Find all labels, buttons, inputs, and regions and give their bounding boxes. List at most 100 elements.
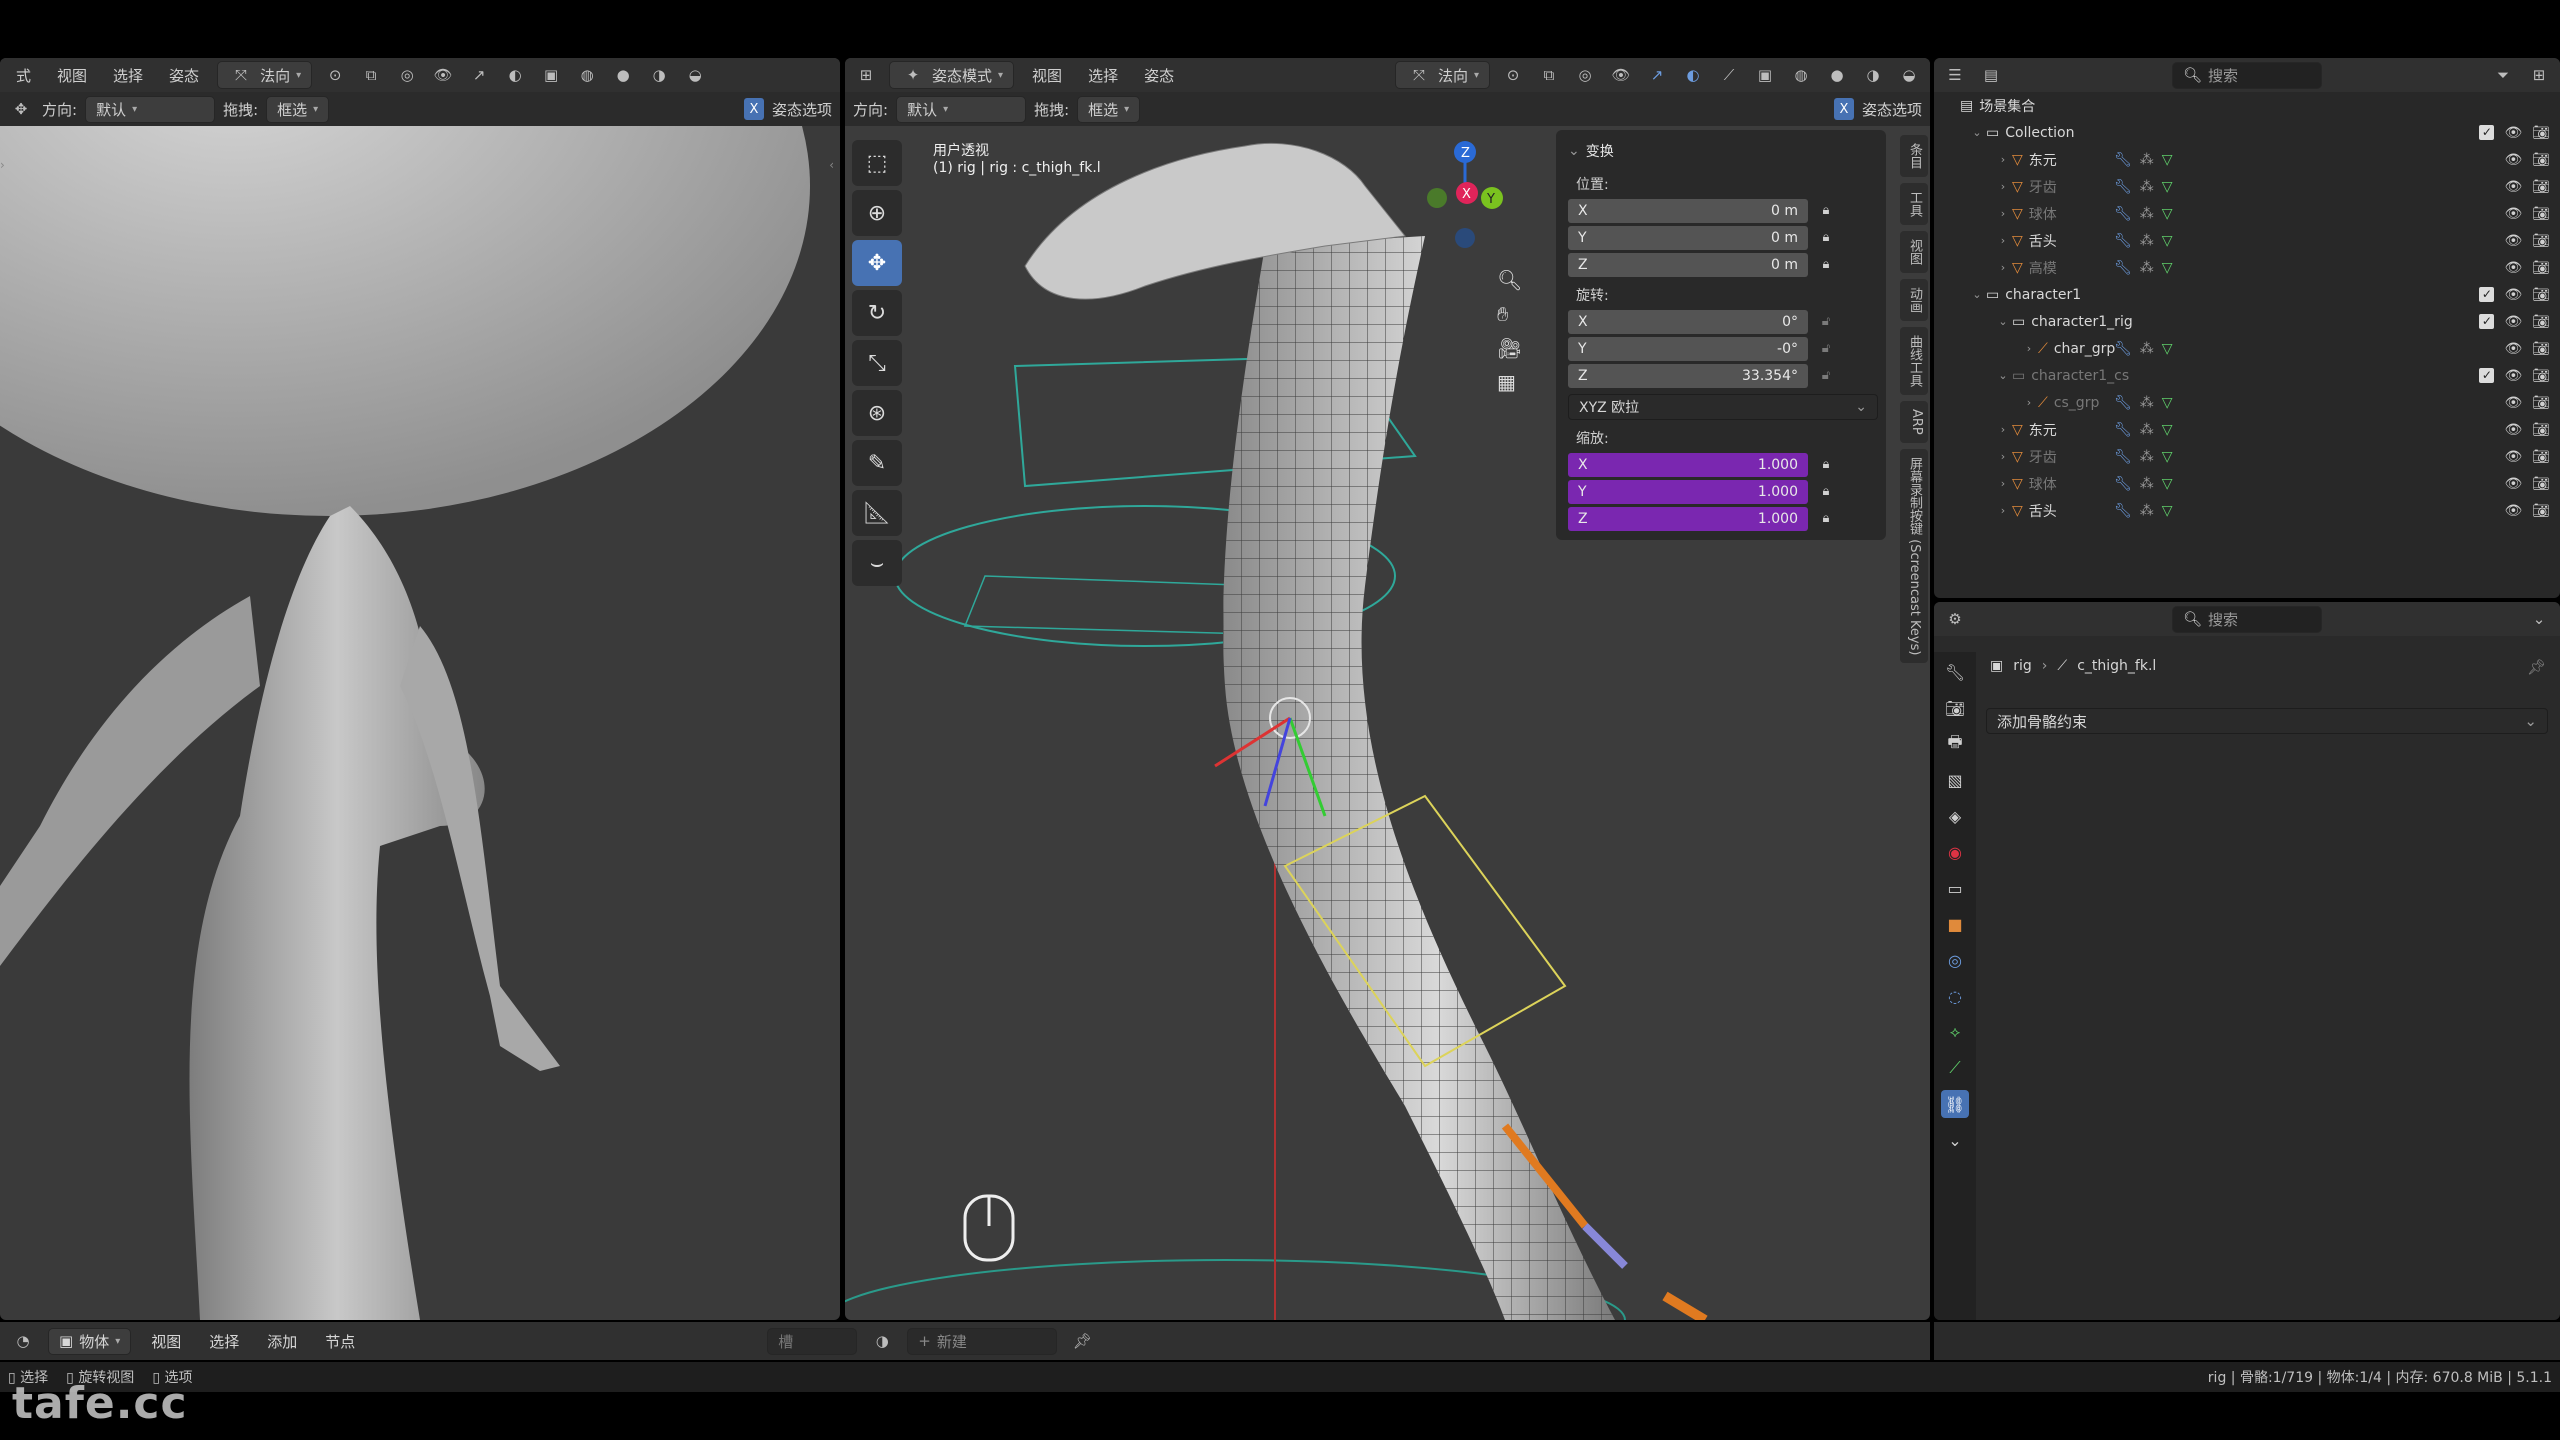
outliner-row[interactable]: › ⟋ cs_grp 🔧︎ ⁂ ▽ 👁︎ 📷︎ xyxy=(1934,389,2560,416)
bone-overlay-icon[interactable]: ⟋ xyxy=(1716,64,1742,86)
output-tab-icon[interactable]: 🖶 xyxy=(1941,730,1969,758)
editor-type-icon[interactable]: ◔ xyxy=(10,1330,36,1352)
outliner-row[interactable]: › ▽ 牙齿 🔧︎ ⁂ ▽ 👁︎ 📷︎ xyxy=(1934,443,2560,470)
right-direction-dropdown[interactable]: 默认 ▾ xyxy=(896,95,1027,123)
camera-render-icon[interactable]: 📷︎ xyxy=(2532,395,2550,411)
right-panel-expander-icon[interactable]: ‹ xyxy=(829,158,834,172)
overlay-icon[interactable]: ◐ xyxy=(1680,64,1706,86)
shading-material-icon[interactable]: ◑ xyxy=(1860,64,1886,86)
left-direction-dropdown[interactable]: 默认 ▾ xyxy=(85,95,216,123)
new-collection-icon[interactable]: ⊞ xyxy=(2526,64,2552,86)
outliner-search-input[interactable]: 🔍︎ 搜索 xyxy=(2172,61,2322,89)
collection-tab-icon[interactable]: ▭ xyxy=(1941,874,1969,902)
chevron-right-icon[interactable]: › xyxy=(1994,153,2012,166)
right-menu-select[interactable]: 选择 xyxy=(1080,63,1126,88)
expand-icon[interactable]: ⌄ xyxy=(1941,1126,1969,1154)
nav-neg-y[interactable] xyxy=(1427,188,1447,208)
outliner-row[interactable]: ⌄ ▭ character1 ✓ 👁︎ 📷︎ xyxy=(1934,281,2560,308)
left-menu-view[interactable]: 视图 xyxy=(49,63,95,88)
outliner-row[interactable]: ⌄ ▭ character1_cs ✓ 👁︎ 📷︎ xyxy=(1934,362,2560,389)
right-orientation-dropdown[interactable]: ⤧ 法向 ▾ xyxy=(1394,61,1490,89)
visibility-icon[interactable]: 👁 xyxy=(1608,64,1634,86)
pivot-icon[interactable]: ⊙ xyxy=(1500,64,1526,86)
right-drag-dropdown[interactable]: 框选 ▾ xyxy=(1077,95,1141,123)
chevron-right-icon[interactable]: › xyxy=(1994,180,2012,193)
new-material-button[interactable]: + 新建 xyxy=(907,1327,1058,1355)
navigation-gizmo[interactable]: Z X Y xyxy=(1405,138,1545,338)
transform-panel-header[interactable]: ⌄ 变换 xyxy=(1568,136,1874,166)
eye-icon[interactable]: 👁︎ xyxy=(2504,287,2522,303)
right-pose-options[interactable]: 姿态选项 xyxy=(1862,99,1922,120)
collection-checkbox[interactable]: ✓ xyxy=(2479,367,2495,383)
lock-icon[interactable]: 🔒︎ xyxy=(1816,203,1836,218)
properties-editor-icon[interactable]: ⚙ xyxy=(1942,608,1968,630)
eye-icon[interactable]: 👁︎ xyxy=(2504,422,2522,438)
shading-material-icon[interactable]: ◑ xyxy=(646,64,672,86)
node-menu-select[interactable]: 选择 xyxy=(201,1329,247,1354)
bone-constraint-tab-icon[interactable]: ⛓︎ xyxy=(1941,1090,1969,1118)
chevron-right-icon[interactable]: › xyxy=(1994,450,2012,463)
rotation-z-field[interactable]: Z 33.354° xyxy=(1568,363,1808,388)
pivot-icon[interactable]: ⊙ xyxy=(322,64,348,86)
bone-tab-icon[interactable]: ⟋ xyxy=(1941,1054,1969,1082)
pin-icon[interactable]: 📌︎ xyxy=(1069,1330,1095,1352)
eye-icon[interactable]: 👁︎ xyxy=(2504,314,2522,330)
outliner-row[interactable]: ▤ 场景集合 xyxy=(1934,92,2560,119)
camera-render-icon[interactable]: 📷︎ xyxy=(2532,179,2550,195)
shading-wire-icon[interactable]: ◍ xyxy=(1788,64,1814,86)
slot-dropdown[interactable]: 槽 xyxy=(767,1327,858,1355)
annotate-tool-icon[interactable]: ✎ xyxy=(852,440,902,486)
left-orientation-dropdown[interactable]: ⤧ 法向 ▾ xyxy=(217,61,313,89)
outliner-row[interactable]: › ▽ 球体 🔧︎ ⁂ ▽ 👁︎ 📷︎ xyxy=(1934,200,2560,227)
shading-render-icon[interactable]: ◒ xyxy=(1896,64,1922,86)
left-menu-pose[interactable]: 姿态 xyxy=(161,63,207,88)
lock-icon[interactable]: 🔒︎ xyxy=(1816,230,1836,245)
snap-icon[interactable]: ⧉ xyxy=(358,64,384,86)
chevron-right-icon[interactable]: › xyxy=(1994,423,2012,436)
outliner-row[interactable]: › ▽ 高模 🔧︎ ⁂ ▽ 👁︎ 📷︎ xyxy=(1934,254,2560,281)
gizmo-icon[interactable]: ↗ xyxy=(466,64,492,86)
armature-data-tab-icon[interactable]: ⟡ xyxy=(1941,1018,1969,1046)
chevron-right-icon[interactable]: › xyxy=(1994,261,2012,274)
tab-item[interactable]: 条目 xyxy=(1900,135,1928,177)
grid-perspective-icon[interactable]: ▦ xyxy=(1497,370,1522,394)
left-pose-options[interactable]: 姿态选项 xyxy=(772,99,832,120)
camera-render-icon[interactable]: 📷︎ xyxy=(2532,476,2550,492)
tab-view[interactable]: 视图 xyxy=(1900,231,1928,273)
shading-wire-icon[interactable]: ◍ xyxy=(574,64,600,86)
collection-checkbox[interactable]: ✓ xyxy=(2479,286,2495,302)
outliner-row[interactable]: ⌄ ▭ character1_rig ✓ 👁︎ 📷︎ xyxy=(1934,308,2560,335)
tab-animation[interactable]: 动画 xyxy=(1900,279,1928,321)
outliner-editor-icon[interactable]: ☰ xyxy=(1942,64,1968,86)
shading-solid-icon[interactable]: ● xyxy=(1824,64,1850,86)
chevron-down-icon[interactable]: ⌄ xyxy=(2526,608,2552,630)
camera-render-icon[interactable]: 📷︎ xyxy=(2532,449,2550,465)
node-menu-view[interactable]: 视图 xyxy=(143,1329,189,1354)
chevron-right-icon[interactable]: › xyxy=(1994,477,2012,490)
physics-tab-icon[interactable]: ◌ xyxy=(1941,982,1969,1010)
chevron-right-icon[interactable]: › xyxy=(1994,504,2012,517)
outliner-row[interactable]: › ⟋ char_grp 🔧︎ ⁂ ▽ 👁︎ 📷︎ xyxy=(1934,335,2560,362)
mode-dropdown[interactable]: ✦ 姿态模式 ▾ xyxy=(889,61,1015,89)
left-mirror-x-button[interactable]: X xyxy=(743,98,764,120)
chevron-right-icon[interactable]: › xyxy=(2020,342,2038,355)
camera-render-icon[interactable]: 📷︎ xyxy=(2532,206,2550,222)
camera-render-icon[interactable]: 📷︎ xyxy=(2532,368,2550,384)
chevron-right-icon[interactable]: › xyxy=(1994,234,2012,247)
zoom-icon[interactable]: 🔍︎ xyxy=(1497,268,1522,292)
right-menu-pose[interactable]: 姿态 xyxy=(1136,63,1182,88)
display-mode-icon[interactable]: ▤ xyxy=(1978,64,2004,86)
outliner-row[interactable]: › ▽ 舌头 🔧︎ ⁂ ▽ 👁︎ 📷︎ xyxy=(1934,227,2560,254)
rotation-x-field[interactable]: X 0° xyxy=(1568,309,1808,334)
right-mirror-x-button[interactable]: X xyxy=(1833,98,1854,120)
lock-icon[interactable]: 🔒︎ xyxy=(1816,484,1836,499)
chevron-down-icon[interactable]: ⌄ xyxy=(1968,288,1986,301)
lock-icon[interactable]: 🔒︎ xyxy=(1816,457,1836,472)
camera-render-icon[interactable]: 📷︎ xyxy=(2532,503,2550,519)
pin-icon[interactable]: 📌︎ xyxy=(2527,658,2546,676)
scale-x-field[interactable]: X 1.000 xyxy=(1568,452,1808,477)
outliner-row[interactable]: › ▽ 东元 🔧︎ ⁂ ▽ 👁︎ 📷︎ xyxy=(1934,146,2560,173)
object-tab-icon[interactable]: ■ xyxy=(1941,910,1969,938)
rotation-mode-dropdown[interactable]: XYZ 欧拉 ⌄ xyxy=(1568,394,1878,420)
tab-tool[interactable]: 工具 xyxy=(1900,183,1928,225)
